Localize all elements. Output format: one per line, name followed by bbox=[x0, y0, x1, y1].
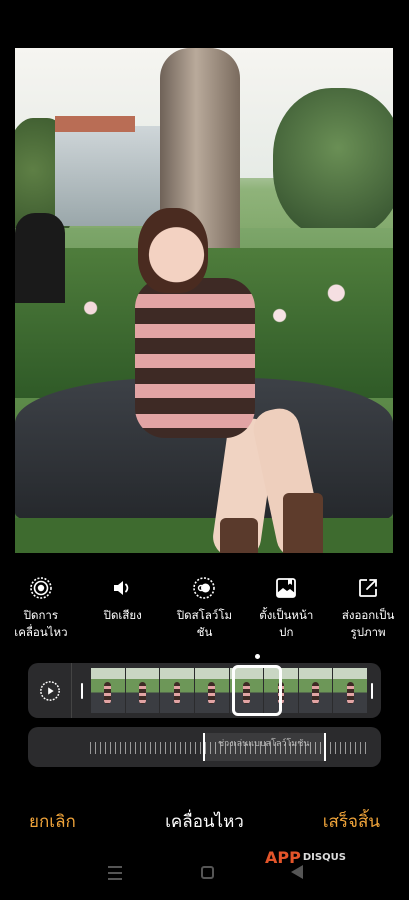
play-icon bbox=[39, 680, 60, 701]
play-button[interactable] bbox=[28, 663, 72, 718]
watermark-side: DISQUS bbox=[302, 851, 346, 863]
slow-motion-button[interactable]: ปิดสโลว์โม ชัน bbox=[164, 575, 246, 655]
mute-button[interactable]: ปิดเสียง bbox=[82, 575, 164, 655]
export-photo-button[interactable]: ส่งออกเป็น รูปภาพ bbox=[327, 575, 409, 655]
slow-motion-label: ปิดสโลว์โม ชัน bbox=[176, 608, 233, 639]
slow-motion-icon bbox=[191, 575, 217, 601]
home-icon[interactable] bbox=[201, 866, 214, 879]
slow-motion-range-slider[interactable]: ช่วงเล่นแบบสโลว์โมชัน bbox=[28, 727, 381, 767]
timeline-end-handle[interactable] bbox=[371, 683, 373, 699]
timeline bbox=[28, 663, 381, 718]
motion-off-icon bbox=[28, 575, 54, 601]
cover-photo-icon bbox=[273, 575, 299, 601]
keyframe-indicator bbox=[255, 654, 260, 659]
set-cover-button[interactable]: ตั้งเป็นหน้า ปก bbox=[245, 575, 327, 655]
back-icon[interactable] bbox=[291, 865, 303, 879]
action-row: ปิดการ เคลื่อนไหว ปิดเสียง ปิดสโลว์โม ชั… bbox=[0, 575, 409, 655]
done-button[interactable]: เสร็จสิ้น bbox=[323, 808, 380, 835]
timeline-start-handle[interactable] bbox=[81, 683, 83, 699]
system-nav-bar bbox=[0, 862, 409, 887]
frame-strip[interactable] bbox=[91, 668, 368, 713]
speaker-icon bbox=[110, 575, 136, 601]
set-cover-label: ตั้งเป็นหน้า ปก bbox=[259, 608, 314, 639]
photo-preview bbox=[15, 48, 393, 553]
motion-toggle-label: ปิดการ เคลื่อนไหว bbox=[14, 608, 68, 639]
cancel-button[interactable]: ยกเลิก bbox=[29, 808, 76, 835]
mute-label: ปิดเสียง bbox=[103, 608, 142, 622]
bottom-bar: เคลื่อนไหว ยกเลิก เสร็จสิ้น bbox=[0, 808, 409, 838]
selected-frame[interactable] bbox=[232, 665, 282, 716]
motion-toggle-button[interactable]: ปิดการ เคลื่อนไหว bbox=[0, 575, 82, 655]
export-photo-label: ส่งออกเป็น รูปภาพ bbox=[341, 608, 395, 639]
recents-icon[interactable] bbox=[108, 866, 122, 880]
slow-motion-range-label: ช่วงเล่นแบบสโลว์โมชัน bbox=[218, 739, 310, 749]
export-icon bbox=[355, 575, 381, 601]
